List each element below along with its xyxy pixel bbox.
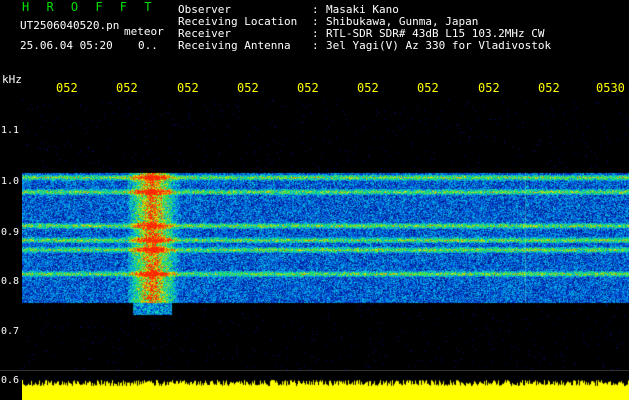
- y-tick-label: 1.1: [1, 125, 20, 136]
- x-tick-label: 052: [297, 81, 319, 95]
- x-tick-label: 052: [116, 81, 138, 95]
- x-tick-label: 052: [237, 81, 259, 95]
- signal-level-bar: [22, 372, 629, 400]
- y-tick-label: 0.7: [1, 326, 20, 337]
- x-tick-label: 052: [478, 81, 500, 95]
- spectrogram[interactable]: [22, 100, 629, 370]
- x-tick-label: 052: [177, 81, 199, 95]
- observation-datetime: 25.06.04 05:20: [20, 39, 113, 52]
- info-value-antenna: 3el Yagi(V) Az 330 for Vladivostok: [326, 39, 552, 52]
- cursor-readout: 0..: [138, 39, 158, 52]
- x-tick-label: 052: [538, 81, 560, 95]
- x-tick-label: 052: [56, 81, 78, 95]
- y-tick-label: 0.6: [1, 375, 20, 386]
- baseline-divider: [0, 370, 629, 371]
- y-tick-label: 0.8: [1, 276, 20, 287]
- y-tick-label: 0.9: [1, 227, 20, 238]
- y-tick-label: 1.0: [1, 176, 20, 187]
- info-colon: :: [312, 39, 319, 52]
- x-tick-label: 052: [357, 81, 379, 95]
- app-title: H R O F F T: [22, 0, 157, 14]
- detector-label: meteor: [124, 25, 164, 38]
- x-tick-label: 0530: [596, 81, 625, 95]
- file-name: UT2506040520.pn: [20, 19, 120, 32]
- x-tick-label: 052: [417, 81, 439, 95]
- y-axis-unit: kHz: [2, 73, 22, 86]
- info-label-antenna: Receiving Antenna: [178, 39, 291, 52]
